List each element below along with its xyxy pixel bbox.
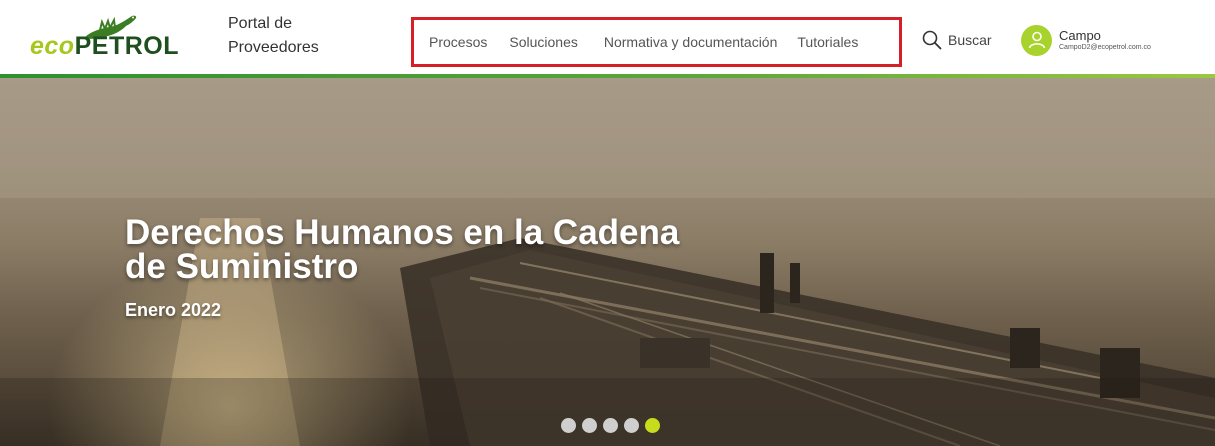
carousel-dots bbox=[561, 418, 660, 434]
search-label: Buscar bbox=[948, 32, 992, 48]
search-icon bbox=[922, 30, 942, 50]
nav-item-normativa[interactable]: Normativa y documentación bbox=[604, 32, 778, 52]
portal-title-line1: Portal de bbox=[228, 15, 293, 32]
main-nav: Procesos Soluciones Normativa y document… bbox=[429, 32, 858, 52]
portal-title-line2: Proveedores bbox=[228, 39, 319, 56]
user-menu[interactable]: Campo CampoD2@ecopetrol.com.co bbox=[1021, 23, 1151, 57]
user-email: CampoD2@ecopetrol.com.co bbox=[1059, 43, 1151, 51]
carousel-dot-3[interactable] bbox=[603, 418, 618, 433]
carousel-dot-1[interactable] bbox=[561, 418, 576, 433]
logo-wordmark: ecoPETROL bbox=[30, 32, 179, 60]
hero-subtitle: Enero 2022 bbox=[125, 300, 222, 320]
nav-item-tutoriales[interactable]: Tutoriales bbox=[797, 32, 858, 52]
user-info: Campo CampoD2@ecopetrol.com.co bbox=[1059, 28, 1151, 53]
search-button[interactable]: Buscar bbox=[922, 28, 992, 52]
hero-banner[interactable]: Derechos Humanos en la Cadena de Suminis… bbox=[0, 78, 1215, 446]
avatar bbox=[1021, 24, 1052, 56]
ecopetrol-logo[interactable]: ecoPETROL bbox=[30, 12, 200, 62]
nav-item-soluciones[interactable]: Soluciones bbox=[509, 32, 578, 52]
carousel-dot-5-active[interactable] bbox=[645, 418, 660, 433]
nav-item-procesos[interactable]: Procesos bbox=[429, 32, 487, 52]
carousel-dot-2[interactable] bbox=[582, 418, 597, 433]
carousel-dot-4[interactable] bbox=[624, 418, 639, 433]
hero-title: Derechos Humanos en la Cadena de Suminis… bbox=[125, 213, 680, 286]
user-name: Campo bbox=[1059, 27, 1101, 43]
portal-title: Portal de Proveedores bbox=[228, 12, 348, 60]
site-header: ecoPETROL Portal de Proveedores Procesos… bbox=[0, 0, 1215, 74]
user-icon bbox=[1028, 31, 1045, 49]
